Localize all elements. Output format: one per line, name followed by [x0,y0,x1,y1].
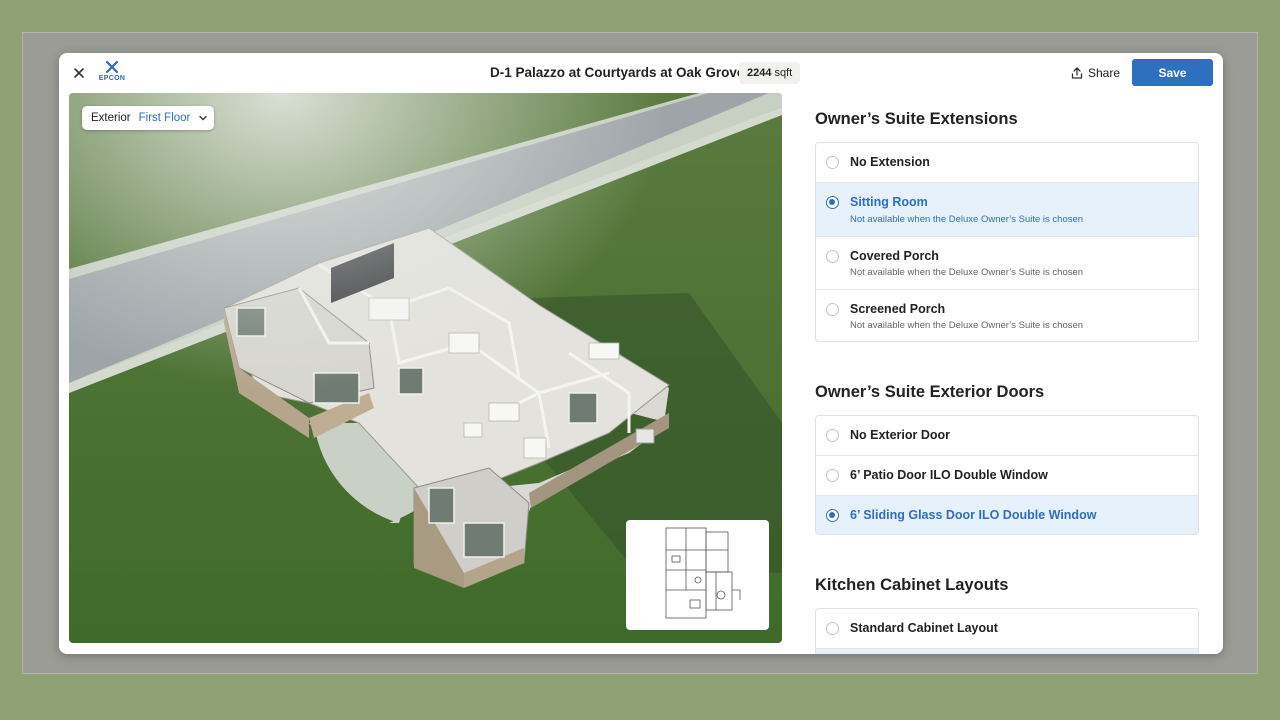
option-sitting-room[interactable]: Sitting Room Not available when the Delu… [816,182,1198,236]
sqft-value: 2244 [747,67,772,79]
option-label: Sitting Room [850,195,928,209]
close-button[interactable] [69,63,89,83]
exterior-doors-options: No Exterior Door 6’ Patio Door ILO Doubl… [815,415,1199,535]
option-no-extension[interactable]: No Extension [816,143,1198,182]
sqft-badge: 2244 sqft [739,62,801,84]
option-sliding-glass-door[interactable]: 6’ Sliding Glass Door ILO Double Window [816,495,1198,534]
option-label: No Extension [850,155,930,169]
section-title-suite-extensions: Owner’s Suite Extensions [815,110,1018,128]
floor-dropdown-toggle[interactable] [198,113,208,123]
option-label: No Exterior Door [850,428,951,442]
section-title-kitchen-cabinets: Kitchen Cabinet Layouts [815,576,1009,594]
option-note: Not available when the Deluxe Owner’s Su… [850,214,1084,225]
option-standard-cabinet[interactable]: Standard Cabinet Layout [816,609,1198,648]
option-label: Covered Porch [850,249,939,263]
share-button[interactable]: Share [1071,64,1120,82]
chevron-down-icon [199,115,208,121]
radio-button-selected[interactable] [826,509,839,522]
close-icon [74,68,84,78]
radio-button[interactable] [826,622,839,635]
option-label: 6’ Patio Door ILO Double Window [850,468,1048,482]
option-label: Standard Cabinet Layout [850,621,998,635]
option-label: 6’ Sliding Glass Door ILO Double Window [850,508,1097,522]
share-icon [1071,67,1083,79]
save-button[interactable]: Save [1132,59,1213,86]
radio-button[interactable] [826,429,839,442]
radio-button[interactable] [826,303,839,316]
brand-logo: EPCON [95,60,129,86]
option-label: Screened Porch [850,302,946,316]
option-no-exterior-door[interactable]: No Exterior Door [816,416,1198,455]
floor-selector[interactable]: First Floor [139,112,191,124]
floorplan-modal: EPCON D-1 Palazzo at Courtyards at Oak G… [59,53,1223,654]
option-covered-porch[interactable]: Covered Porch Not available when the Del… [816,236,1198,289]
view-switch: Exterior First Floor [82,106,215,130]
floorplan-thumbnail [665,527,741,619]
option-screened-porch[interactable]: Screened Porch Not available when the De… [816,289,1198,341]
radio-button[interactable] [826,469,839,482]
radio-button[interactable] [826,156,839,169]
options-panel: Owner’s Suite Extensions No Extension Si… [815,93,1199,654]
logo-text: EPCON [98,75,126,82]
floorplan-minimap[interactable] [626,520,769,630]
radio-button-selected[interactable] [826,196,839,209]
section-title-exterior-doors: Owner’s Suite Exterior Doors [815,383,1045,401]
page-title: D-1 Palazzo at Courtyards at Oak Grove [490,65,745,80]
3d-viewer[interactable]: Exterior First Floor [69,93,782,643]
option-note: Not available when the Deluxe Owner’s Su… [850,320,1084,331]
option-patio-door[interactable]: 6’ Patio Door ILO Double Window [816,455,1198,495]
option-next-partial[interactable] [816,648,1198,654]
sqft-unit: sqft [774,67,793,79]
radio-button[interactable] [826,250,839,263]
option-note: Not available when the Deluxe Owner’s Su… [850,267,1084,278]
suite-extensions-options: No Extension Sitting Room Not available … [815,142,1199,342]
logo-mark-icon [105,60,119,74]
kitchen-cabinets-options: Standard Cabinet Layout [815,608,1199,654]
share-label: Share [1088,66,1121,80]
exterior-toggle[interactable]: Exterior [91,112,131,124]
